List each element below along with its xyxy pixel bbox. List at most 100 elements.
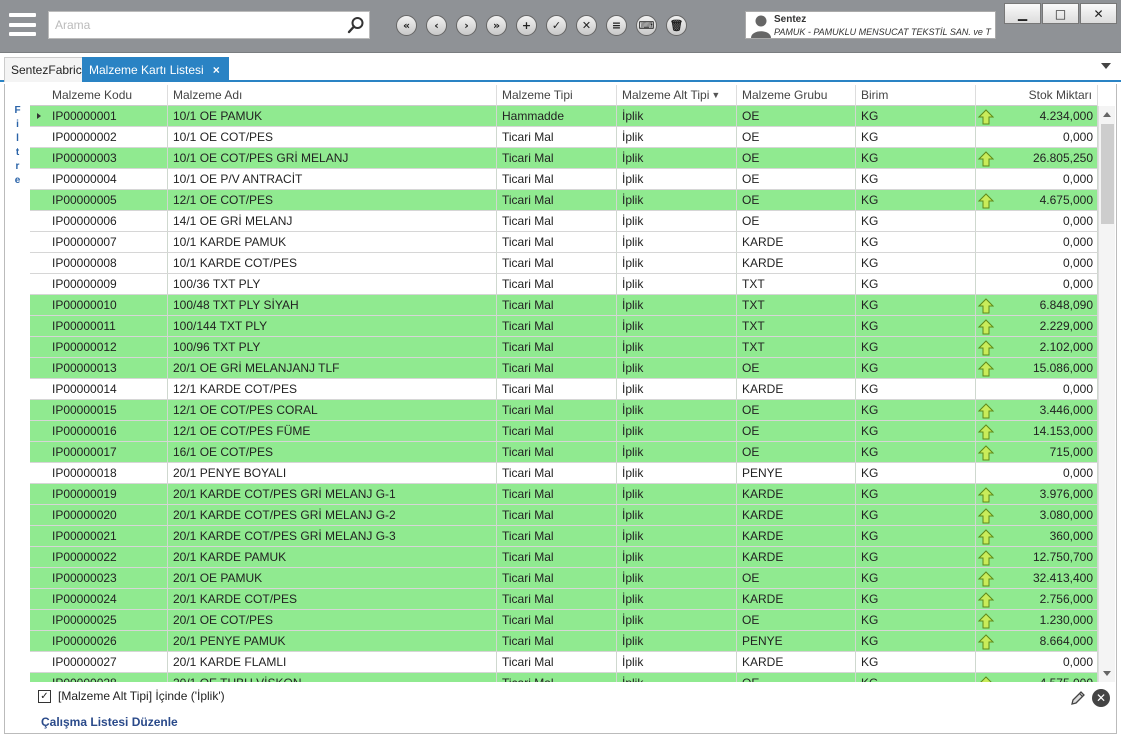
col-birim-cell[interactable]: KG: [856, 589, 976, 609]
col-malzeme-alt-tipi-cell[interactable]: İplik: [617, 106, 737, 126]
col-stok-miktari-header[interactable]: Stok Miktarı: [976, 85, 1098, 106]
col-malzeme-grubu-cell[interactable]: OE: [737, 568, 856, 588]
col-malzeme-grubu-cell[interactable]: TXT: [737, 316, 856, 336]
col-malzeme-kodu-cell[interactable]: IP00000005: [47, 190, 168, 210]
col-malzeme-alt-tipi-cell[interactable]: İplik: [617, 421, 737, 441]
col-birim-cell[interactable]: KG: [856, 652, 976, 672]
table-row[interactable]: IP00000001 10/1 OE PAMUK Hammadde İplik OE KG…: [30, 106, 1098, 127]
col-malzeme-alt-tipi-cell[interactable]: İplik: [617, 673, 737, 682]
col-stok-miktari-cell[interactable]: 0,000: [976, 169, 1098, 189]
col-malzeme-tipi-cell[interactable]: Ticari Mal: [497, 526, 617, 546]
search-icon[interactable]: [347, 16, 365, 34]
col-malzeme-grubu-cell[interactable]: PENYE: [737, 463, 856, 483]
row-indicator[interactable]: [30, 253, 47, 273]
col-malzeme-adi-cell[interactable]: 10/1 OE COT/PES: [168, 127, 497, 147]
col-malzeme-tipi-cell[interactable]: Ticari Mal: [497, 652, 617, 672]
col-malzeme-adi-cell[interactable]: 10/1 OE P/V ANTRACİT: [168, 169, 497, 189]
row-indicator[interactable]: [30, 274, 47, 294]
col-birim-cell[interactable]: KG: [856, 127, 976, 147]
col-malzeme-grubu-header[interactable]: Malzeme Grubu: [737, 85, 856, 106]
col-malzeme-kodu-cell[interactable]: IP00000024: [47, 589, 168, 609]
col-malzeme-kodu-cell[interactable]: IP00000006: [47, 211, 168, 231]
col-malzeme-tipi-cell[interactable]: Ticari Mal: [497, 295, 617, 315]
col-malzeme-kodu-cell[interactable]: IP00000011: [47, 316, 168, 336]
row-indicator[interactable]: [30, 526, 47, 546]
col-malzeme-grubu-cell[interactable]: OE: [737, 190, 856, 210]
col-malzeme-tipi-cell[interactable]: Ticari Mal: [497, 442, 617, 462]
hamburger-menu-icon[interactable]: [9, 11, 36, 38]
col-stok-miktari-cell[interactable]: 0,000: [976, 463, 1098, 483]
table-row[interactable]: IP00000027 20/1 KARDE FLAMLI Ticari Mal İpl…: [30, 652, 1098, 673]
col-malzeme-alt-tipi-cell[interactable]: İplik: [617, 337, 737, 357]
table-row[interactable]: IP00000016 12/1 OE COT/PES FÜME Ticari Mal…: [30, 421, 1098, 442]
col-malzeme-alt-tipi-cell[interactable]: İplik: [617, 295, 737, 315]
col-malzeme-grubu-cell[interactable]: OE: [737, 673, 856, 682]
col-birim-cell[interactable]: KG: [856, 610, 976, 630]
col-stok-miktari-cell[interactable]: 3.080,000: [976, 505, 1098, 525]
col-malzeme-tipi-cell[interactable]: Ticari Mal: [497, 484, 617, 504]
table-row[interactable]: IP00000007 10/1 KARDE PAMUK Ticari Mal İpli…: [30, 232, 1098, 253]
row-indicator[interactable]: [30, 337, 47, 357]
col-malzeme-tipi-cell[interactable]: Ticari Mal: [497, 148, 617, 168]
col-birim-cell[interactable]: KG: [856, 274, 976, 294]
col-malzeme-kodu-cell[interactable]: IP00000026: [47, 631, 168, 651]
col-malzeme-alt-tipi-cell[interactable]: İplik: [617, 211, 737, 231]
row-indicator[interactable]: [30, 505, 47, 525]
tab-list-dropdown-icon[interactable]: [1101, 63, 1111, 69]
col-malzeme-kodu-cell[interactable]: IP00000022: [47, 547, 168, 567]
col-stok-miktari-cell[interactable]: 0,000: [976, 232, 1098, 252]
col-malzeme-adi-cell[interactable]: 20/1 KARDE PAMUK: [168, 547, 497, 567]
col-birim-cell[interactable]: KG: [856, 253, 976, 273]
col-malzeme-alt-tipi-cell[interactable]: İplik: [617, 190, 737, 210]
table-row[interactable]: IP00000010 100/48 TXT PLY SİYAH Ticari Mal…: [30, 295, 1098, 316]
col-malzeme-adi-cell[interactable]: 14/1 OE GRİ MELANJ: [168, 211, 497, 231]
col-birim-cell[interactable]: KG: [856, 421, 976, 441]
col-malzeme-grubu-cell[interactable]: KARDE: [737, 589, 856, 609]
col-malzeme-tipi-cell[interactable]: Ticari Mal: [497, 274, 617, 294]
col-malzeme-kodu-cell[interactable]: IP00000021: [47, 526, 168, 546]
col-malzeme-adi-cell[interactable]: 12/1 OE COT/PES FÜME: [168, 421, 497, 441]
col-malzeme-alt-tipi-cell[interactable]: İplik: [617, 400, 737, 420]
col-birim-cell[interactable]: KG: [856, 673, 976, 682]
table-row[interactable]: IP00000020 20/1 KARDE COT/PES GRİ MELANJ …: [30, 505, 1098, 526]
table-row[interactable]: IP00000005 12/1 OE COT/PES Ticari Mal İplik…: [30, 190, 1098, 211]
col-malzeme-grubu-cell[interactable]: KARDE: [737, 526, 856, 546]
col-malzeme-grubu-cell[interactable]: KARDE: [737, 652, 856, 672]
col-malzeme-kodu-cell[interactable]: IP00000002: [47, 127, 168, 147]
col-malzeme-tipi-cell[interactable]: Ticari Mal: [497, 673, 617, 682]
col-stok-miktari-cell[interactable]: 0,000: [976, 379, 1098, 399]
col-birim-cell[interactable]: KG: [856, 379, 976, 399]
col-malzeme-tipi-cell[interactable]: Ticari Mal: [497, 253, 617, 273]
column-filter-icon[interactable]: ▼: [711, 85, 720, 106]
col-malzeme-alt-tipi-cell[interactable]: İplik: [617, 589, 737, 609]
clear-filter-icon[interactable]: ✕: [1092, 689, 1110, 707]
col-stok-miktari-cell[interactable]: 8.664,000: [976, 631, 1098, 651]
col-malzeme-kodu-cell[interactable]: IP00000012: [47, 337, 168, 357]
col-malzeme-adi-header[interactable]: Malzeme Adı: [168, 85, 497, 106]
col-malzeme-alt-tipi-cell[interactable]: İplik: [617, 232, 737, 252]
scroll-thumb[interactable]: [1101, 124, 1114, 224]
table-row[interactable]: IP00000011 100/144 TXT PLY Ticari Mal İplik…: [30, 316, 1098, 337]
scroll-up-icon[interactable]: [1103, 112, 1111, 117]
col-malzeme-adi-cell[interactable]: 20/1 KARDE FLAMLI: [168, 652, 497, 672]
table-row[interactable]: IP00000028 20/1 OE TUBU VİSKON Ticari Mal İ…: [30, 673, 1098, 682]
table-row[interactable]: IP00000022 20/1 KARDE PAMUK Ticari Mal İpli…: [30, 547, 1098, 568]
row-indicator[interactable]: [30, 211, 47, 231]
col-malzeme-tipi-cell[interactable]: Ticari Mal: [497, 379, 617, 399]
col-birim-cell[interactable]: KG: [856, 106, 976, 126]
table-row[interactable]: IP00000004 10/1 OE P/V ANTRACİT Ticari Mal…: [30, 169, 1098, 190]
search-input[interactable]: [49, 12, 339, 38]
add-button[interactable]: +: [516, 15, 537, 36]
table-row[interactable]: IP00000017 16/1 OE COT/PES Ticari Mal İplik…: [30, 442, 1098, 463]
row-indicator[interactable]: [30, 568, 47, 588]
row-indicator[interactable]: [30, 652, 47, 672]
col-malzeme-tipi-cell[interactable]: Ticari Mal: [497, 547, 617, 567]
table-row[interactable]: IP00000019 20/1 KARDE COT/PES GRİ MELANJ …: [30, 484, 1098, 505]
col-malzeme-adi-cell[interactable]: 20/1 PENYE BOYALI: [168, 463, 497, 483]
col-malzeme-alt-tipi-cell[interactable]: İplik: [617, 253, 737, 273]
col-malzeme-tipi-cell[interactable]: Hammadde: [497, 106, 617, 126]
col-stok-miktari-cell[interactable]: 1.230,000: [976, 610, 1098, 630]
col-stok-miktari-cell[interactable]: 6.848,090: [976, 295, 1098, 315]
col-stok-miktari-cell[interactable]: 0,000: [976, 127, 1098, 147]
col-stok-miktari-cell[interactable]: 26.805,250: [976, 148, 1098, 168]
